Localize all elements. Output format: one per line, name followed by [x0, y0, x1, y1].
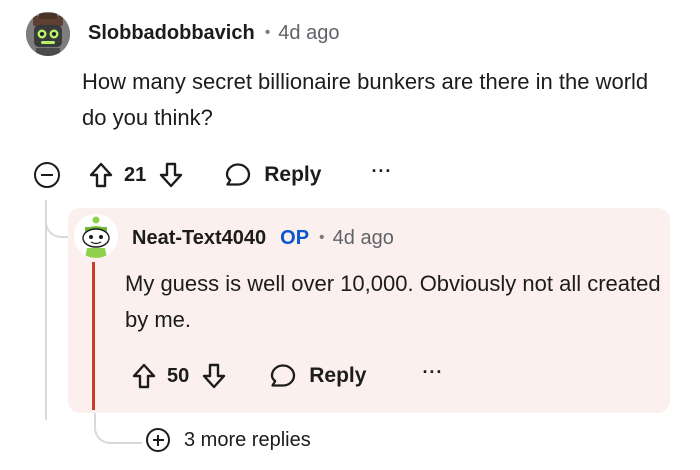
downvote-icon[interactable]	[158, 161, 184, 189]
reply-button[interactable]: Reply	[269, 362, 366, 390]
comment-actions: 50 Reply ···	[131, 356, 443, 396]
comment-age[interactable]: 4d ago	[278, 22, 339, 45]
upvote-icon[interactable]	[88, 161, 114, 189]
comment-body: My guess is well over 10,000. Obviously …	[125, 271, 661, 332]
reply-button[interactable]: Reply	[224, 161, 321, 189]
collapse-thread-button[interactable]	[34, 162, 60, 188]
username[interactable]: Neat-Text4040	[132, 227, 266, 250]
vote-score: 50	[167, 364, 190, 387]
comment-body: How many secret billionaire bunkers are …	[82, 69, 649, 130]
more-options-button[interactable]: ···	[422, 363, 443, 385]
reply-label: Reply	[309, 364, 367, 387]
avatar[interactable]	[74, 214, 118, 258]
thread-line	[45, 200, 47, 420]
highlight-accent-bar	[92, 262, 95, 410]
comment-meta: Neat-Text4040 OP • 4d ago	[132, 224, 394, 252]
comment-actions: 21 Reply ···	[34, 155, 392, 195]
more-options-button[interactable]: ···	[371, 162, 392, 184]
meta-separator: •	[264, 24, 271, 41]
comment-age[interactable]: 4d ago	[333, 227, 394, 250]
avatar[interactable]	[26, 12, 70, 56]
op-badge: OP	[280, 226, 310, 249]
meta-separator: •	[319, 229, 325, 246]
comment-bubble-icon	[226, 163, 251, 186]
username[interactable]: Slobbadobbavich	[88, 22, 255, 45]
comment-bubble-icon	[271, 364, 296, 387]
snoo-avatar-icon	[74, 214, 118, 258]
more-replies-label: 3 more replies	[184, 428, 311, 451]
more-replies-button[interactable]: 3 more replies	[146, 428, 311, 452]
comment-meta: Slobbadobbavich • 4d ago	[88, 19, 339, 47]
downvote-icon[interactable]	[201, 362, 227, 390]
vote-score: 21	[124, 163, 147, 186]
robot-avatar-icon	[26, 12, 70, 56]
plus-circle-icon	[146, 428, 170, 452]
reply-label: Reply	[264, 163, 322, 186]
upvote-icon[interactable]	[131, 362, 157, 390]
